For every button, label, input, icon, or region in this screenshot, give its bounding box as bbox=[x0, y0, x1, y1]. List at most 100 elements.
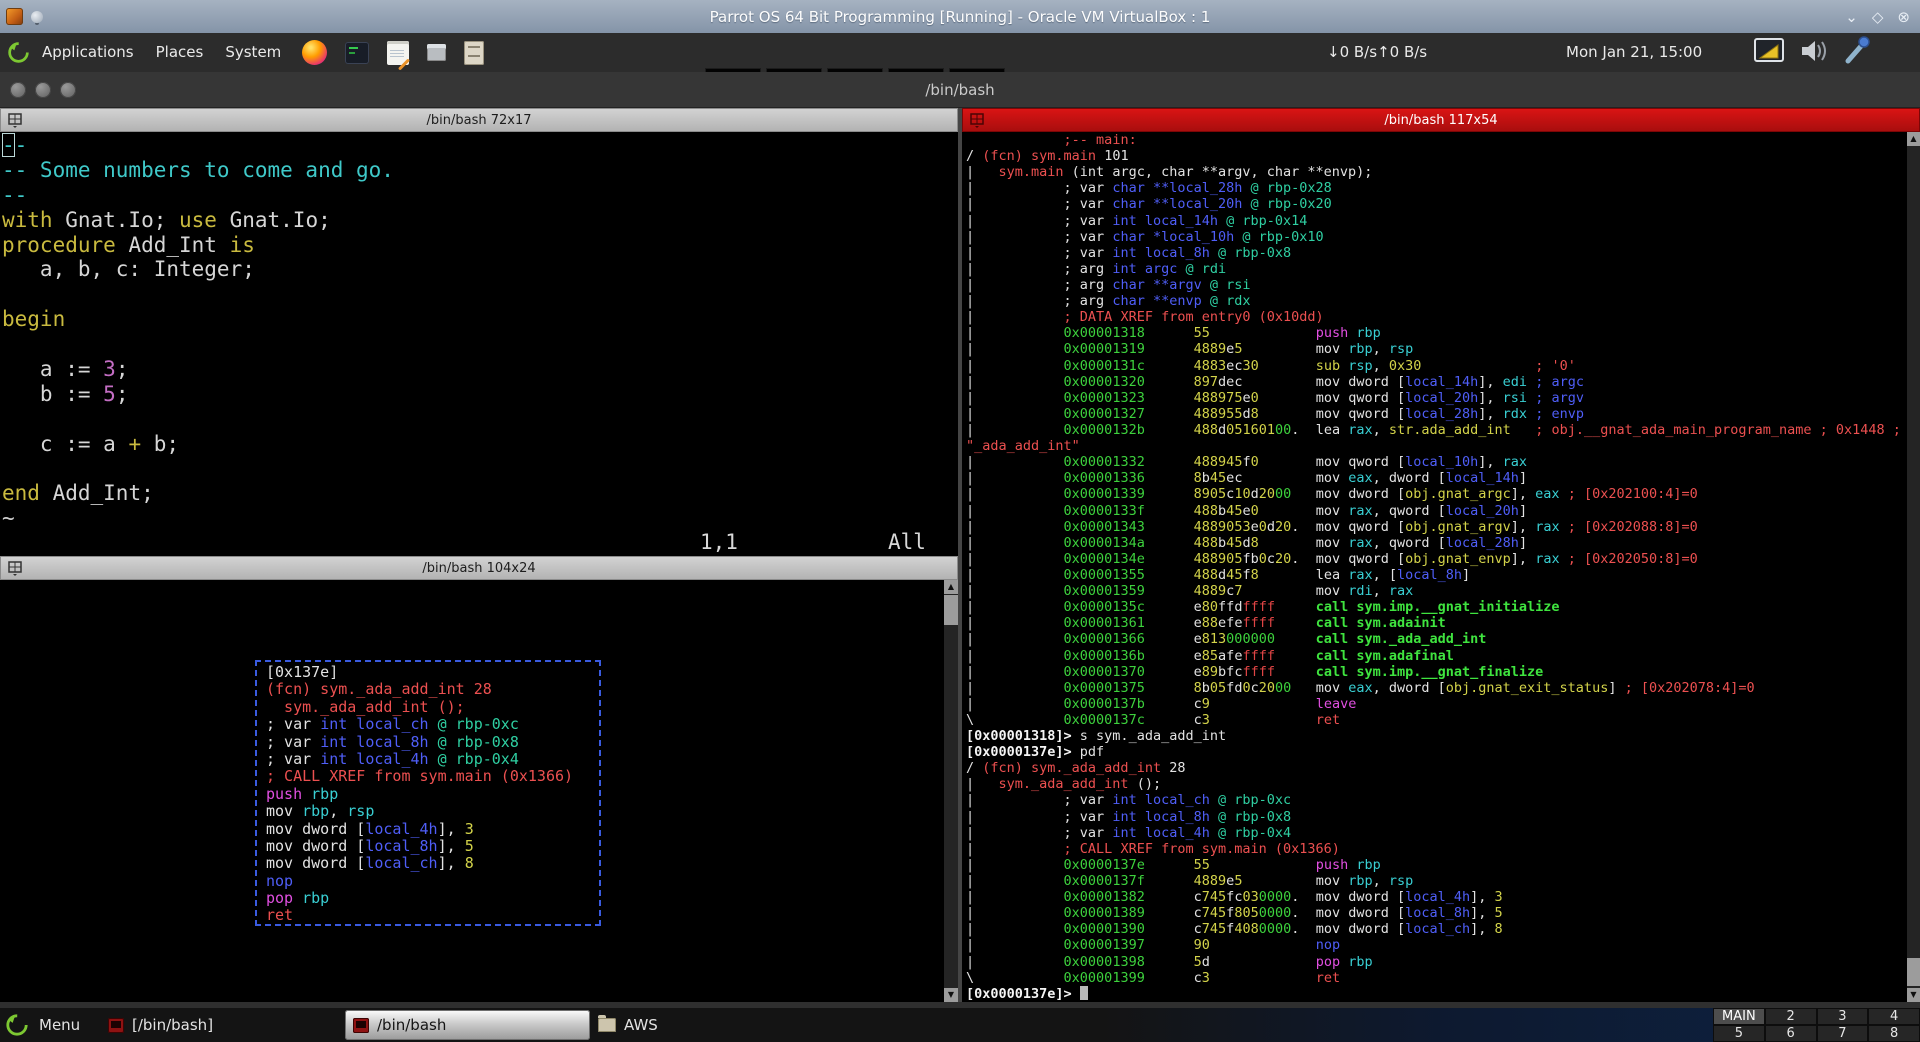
workspace-3[interactable]: 3 bbox=[1817, 1008, 1869, 1025]
basic-block-box[interactable]: [0x137e](fcn) sym._ada_add_int 28 sym._a… bbox=[255, 660, 601, 926]
menu-applications[interactable]: Applications bbox=[31, 33, 145, 72]
archive-launcher-icon[interactable] bbox=[464, 41, 484, 65]
text-cursor bbox=[1080, 986, 1088, 1000]
disasm-terminal-title: /bin/bash 117x54 bbox=[1384, 113, 1497, 128]
terminal-line: | 0x0000134a 488b45d8 mov rax, qword [lo… bbox=[966, 535, 1907, 551]
window-button-2[interactable] bbox=[35, 82, 51, 98]
network-speed-indicator[interactable]: ↓0 B/s↑0 B/s bbox=[1327, 33, 1427, 72]
menu-places[interactable]: Places bbox=[145, 33, 215, 72]
terminal-line: | 0x0000132b 488d05160100. lea rax, str.… bbox=[966, 422, 1907, 438]
firefox-launcher-icon[interactable] bbox=[302, 40, 327, 65]
terminal-line: | 0x00001318 55 push rbp bbox=[966, 325, 1907, 341]
terminal-group-icon[interactable] bbox=[970, 113, 985, 128]
terminal-line: [0x00001318]> s sym._ada_add_int bbox=[966, 728, 1907, 744]
workspace-2[interactable]: 2 bbox=[1765, 1008, 1817, 1025]
graph-terminal-titlebar[interactable]: /bin/bash 104x24 bbox=[0, 556, 958, 580]
workspace-main[interactable]: MAIN bbox=[1713, 1008, 1765, 1025]
terminal-line: | 0x0000137b c9 leave bbox=[966, 696, 1907, 712]
terminal-line: a, b, c: Integer; bbox=[2, 257, 958, 282]
terminal-group-icon[interactable] bbox=[8, 561, 23, 576]
terminal-line: ; var int local_4h @ rbp-0x4 bbox=[266, 751, 590, 768]
terminal-line: | ; var int local_14h @ rbp-0x14 bbox=[966, 213, 1907, 229]
terminal-line: ; CALL XREF from sym.main (0x1366) bbox=[266, 768, 590, 785]
terminal-line: | 0x00001397 90 nop bbox=[966, 937, 1907, 953]
terminal-line: | 0x0000135c e80ffdffff call sym.imp.__g… bbox=[966, 599, 1907, 615]
terminal-line bbox=[2, 332, 958, 357]
disasm-terminal-titlebar[interactable]: /bin/bash 117x54 bbox=[962, 108, 1920, 132]
settings-screwdriver-tray-icon[interactable] bbox=[1842, 35, 1872, 67]
vim-terminal-titlebar[interactable]: /bin/bash 72x17 bbox=[0, 108, 958, 132]
menu-system[interactable]: System bbox=[214, 33, 292, 72]
workspace-8[interactable]: 8 bbox=[1868, 1025, 1920, 1042]
terminal-line: [0x137e] bbox=[266, 664, 590, 681]
pin-icon bbox=[31, 11, 43, 23]
terminal-line bbox=[2, 457, 958, 482]
terminal-group-icon[interactable] bbox=[8, 113, 23, 128]
terminator-titlebar[interactable]: /bin/bash bbox=[0, 72, 1920, 108]
terminal-line: | 0x00001390 c745f4080000. mov dword [lo… bbox=[966, 921, 1907, 937]
terminal-line: ret bbox=[266, 907, 590, 924]
parrot-logo-icon[interactable] bbox=[6, 40, 31, 65]
scroll-up-button[interactable]: ▲ bbox=[944, 580, 958, 594]
disasm-scrollbar[interactable]: ▲ ▼ bbox=[1907, 132, 1920, 1002]
terminal-line: | 0x00001398 5d pop rbp bbox=[966, 954, 1907, 970]
terminal-line: mov dword [local_8h], 5 bbox=[266, 838, 590, 855]
terminal-line: mov dword [local_4h], 3 bbox=[266, 821, 590, 838]
terminal-line: a := 3; bbox=[2, 357, 958, 382]
graph-scrollbar[interactable]: ▲ ▼ bbox=[944, 580, 958, 1002]
terminal-line: \ 0x00001399 c3 ret bbox=[966, 970, 1907, 986]
terminal-line: | 0x00001332 488945f0 mov qword [local_1… bbox=[966, 454, 1907, 470]
scroll-down-button[interactable]: ▼ bbox=[944, 988, 958, 1002]
terminal-line: | ; arg char **argv @ rsi bbox=[966, 277, 1907, 293]
taskbar-button-aws[interactable]: AWS bbox=[590, 1010, 835, 1040]
display-settings-tray-icon[interactable] bbox=[1752, 35, 1786, 67]
terminal-line: | sym._ada_add_int (); bbox=[966, 776, 1907, 792]
window-button-1[interactable] bbox=[10, 82, 26, 98]
folder-icon bbox=[598, 1018, 616, 1032]
workspace-5[interactable]: 5 bbox=[1713, 1025, 1765, 1042]
terminal-line: mov rbp, rsp bbox=[266, 803, 590, 820]
terminal-line: | ; arg int argc @ rdi bbox=[966, 261, 1907, 277]
terminal-line: | 0x00001366 e813000000 call sym._ada_ad… bbox=[966, 631, 1907, 647]
terminal-line: sym._ada_add_int (); bbox=[266, 699, 590, 716]
scroll-up-button[interactable]: ▲ bbox=[1907, 132, 1920, 146]
close-button[interactable]: ⊗ bbox=[1897, 8, 1910, 26]
terminal-line: end Add_Int; bbox=[2, 481, 958, 506]
clock[interactable]: Mon Jan 21, 15:00 bbox=[1566, 33, 1702, 72]
terminal-line: | 0x00001382 c745fc030000. mov dword [lo… bbox=[966, 889, 1907, 905]
terminal-line: / (fcn) sym._ada_add_int 28 bbox=[966, 760, 1907, 776]
scroll-down-button[interactable]: ▼ bbox=[1907, 988, 1920, 1002]
vim-terminal-content[interactable]: ---- Some numbers to come and go.--with … bbox=[0, 132, 958, 556]
workspace-4[interactable]: 4 bbox=[1868, 1008, 1920, 1025]
restore-button[interactable]: ◇ bbox=[1872, 8, 1884, 26]
scrollbar-thumb[interactable] bbox=[944, 595, 958, 625]
minimize-button[interactable]: ⌄ bbox=[1845, 8, 1858, 26]
graph-terminal-content[interactable]: [0x137e](fcn) sym._ada_add_int 28 sym._a… bbox=[0, 580, 944, 1002]
window-launcher-icon[interactable] bbox=[427, 44, 446, 61]
workspace-7[interactable]: 7 bbox=[1817, 1025, 1869, 1042]
taskbar-menu-button[interactable]: Menu bbox=[0, 1012, 80, 1038]
vim-terminal-title: /bin/bash 72x17 bbox=[426, 113, 531, 128]
workspace-6[interactable]: 6 bbox=[1765, 1025, 1817, 1042]
volume-tray-icon[interactable] bbox=[1798, 35, 1830, 67]
notes-launcher-icon[interactable] bbox=[387, 41, 409, 65]
terminal-line bbox=[2, 282, 958, 307]
terminal-launcher-icon[interactable] bbox=[345, 42, 369, 64]
download-speed: 0 B/s bbox=[1340, 43, 1377, 61]
terminal-line: | 0x00001370 e89bfcffff call sym.imp.__g… bbox=[966, 664, 1907, 680]
scrollbar-thumb[interactable] bbox=[1907, 958, 1920, 986]
vim-ruler-position: 1,1 bbox=[700, 530, 738, 554]
taskbar-button-binbash[interactable]: /bin/bash bbox=[345, 1010, 590, 1040]
terminal-line: ;-- main: bbox=[966, 132, 1907, 148]
disasm-terminal-content[interactable]: ;-- main:/ (fcn) sym.main 101| sym.main … bbox=[962, 132, 1907, 1002]
window-button-3[interactable] bbox=[60, 82, 76, 98]
taskbar-button-binbash[interactable]: [/bin/bash] bbox=[100, 1010, 345, 1040]
terminal-line: | 0x00001375 8b05fd0c2000 mov eax, dword… bbox=[966, 680, 1907, 696]
taskbar-wallpaper bbox=[1100, 1008, 1713, 1042]
terminal-line: with Gnat.Io; use Gnat.Io; bbox=[2, 208, 958, 233]
vbox-titlebar[interactable]: Parrot OS 64 Bit Programming [Running] -… bbox=[0, 0, 1920, 33]
taskbar-button-label: AWS bbox=[624, 1016, 658, 1034]
terminal-line: | ; var int local_4h @ rbp-0x4 bbox=[966, 825, 1907, 841]
taskbar: Menu [/bin/bash]/bin/bash AWS MAIN234 5678 bbox=[0, 1008, 1920, 1042]
terminal-line: \ 0x0000137c c3 ret bbox=[966, 712, 1907, 728]
